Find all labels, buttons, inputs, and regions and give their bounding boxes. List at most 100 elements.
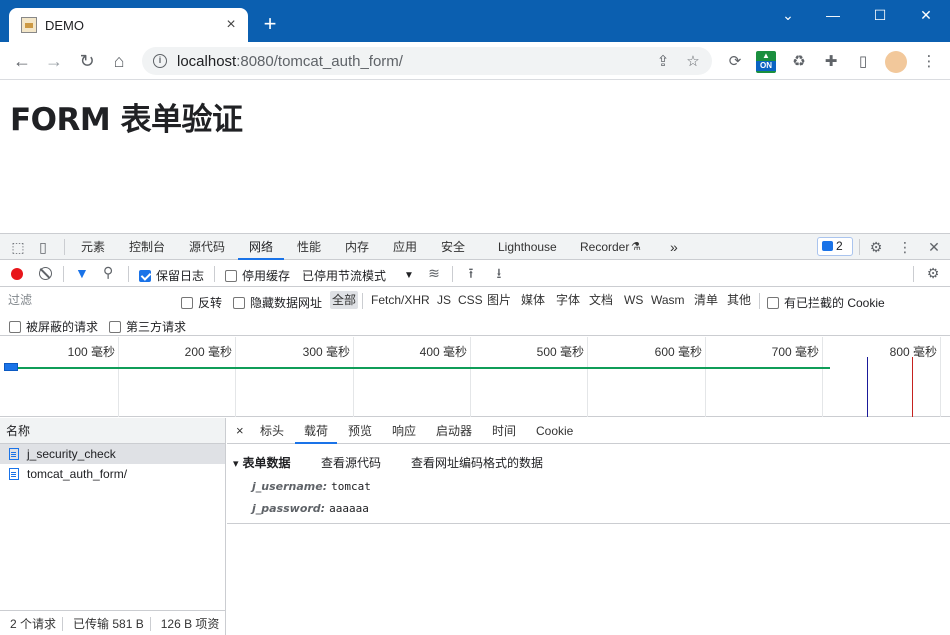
disable-cache-checkbox[interactable]: 停用缓存 <box>225 267 290 284</box>
preserve-log-checkbox[interactable]: 保留日志 <box>139 267 204 284</box>
bookmark-star-icon[interactable]: ☆ <box>682 52 704 70</box>
tab-memory[interactable]: 内存 <box>345 234 369 260</box>
type-filter-img[interactable]: 图片 <box>485 291 513 309</box>
record-button[interactable] <box>11 268 23 280</box>
close-devtools-icon[interactable]: ✕ <box>925 238 943 256</box>
close-tab-icon[interactable]: × <box>218 16 244 34</box>
checkbox[interactable] <box>9 320 21 333</box>
home-icon[interactable]: ⌂ <box>107 49 131 73</box>
tab-recorder[interactable]: Recorder <box>580 234 629 260</box>
timeline-gridline <box>940 337 941 417</box>
devtools-tab-bar: ⬚ ▯ 元素 控制台 源代码 网络 性能 内存 应用 安全 Lighthouse… <box>0 234 950 260</box>
list-item[interactable]: tomcat_auth_form/ <box>0 464 225 484</box>
invert-checkbox[interactable]: 反转 <box>181 294 222 311</box>
forward-arrow-icon[interactable]: → <box>42 49 66 73</box>
tab-cookies[interactable]: Cookie <box>536 418 573 444</box>
export-har-icon[interactable]: ⭳ <box>490 264 508 282</box>
tab-headers[interactable]: 标头 <box>260 418 284 444</box>
settings-gear-icon[interactable]: ⚙ <box>867 238 885 256</box>
reload-icon[interactable]: ↻ <box>75 49 99 73</box>
clear-icon[interactable] <box>39 267 52 280</box>
type-filter-other[interactable]: 其他 <box>725 291 753 309</box>
address-bar[interactable]: i localhost:8080/tomcat_auth_form/ ⇪ ☆ <box>142 47 712 75</box>
tab-performance[interactable]: 性能 <box>297 234 321 260</box>
tab-timing[interactable]: 时间 <box>492 418 516 444</box>
tab-payload[interactable]: 载荷 <box>295 418 338 444</box>
maximize-button[interactable]: ☐ <box>865 4 895 26</box>
dropdown-arrow-icon: ▼ <box>404 270 414 281</box>
devtools-menu-icon[interactable]: ⋮ <box>896 238 914 256</box>
tab-initiator[interactable]: 启动器 <box>436 418 472 444</box>
filter-icon[interactable]: ▼ <box>75 265 89 281</box>
type-filter-all[interactable]: 全部 <box>330 291 359 309</box>
checkbox[interactable] <box>109 320 121 333</box>
network-timeline[interactable]: 100 毫秒 200 毫秒 300 毫秒 400 毫秒 500 毫秒 600 毫… <box>0 337 950 417</box>
type-filter-manifest[interactable]: 清单 <box>692 291 720 309</box>
tab-sources[interactable]: 源代码 <box>189 234 225 260</box>
tab-lighthouse[interactable]: Lighthouse <box>498 234 557 260</box>
minimize-button[interactable]: — <box>818 4 848 26</box>
url-text[interactable]: localhost:8080/tomcat_auth_form/ <box>177 53 652 70</box>
form-data-toggle[interactable]: 表单数据 <box>233 454 291 471</box>
more-tabs-icon[interactable]: » <box>670 234 678 260</box>
messages-badge[interactable]: 2 <box>817 237 853 256</box>
view-url-encoded-button[interactable]: 查看网址编码格式的数据 <box>411 454 543 471</box>
list-item[interactable]: j_security_check <box>0 444 225 464</box>
type-filter-font[interactable]: 字体 <box>554 291 582 309</box>
browser-tab[interactable]: DEMO × <box>9 8 248 42</box>
network-settings-icon[interactable]: ⚙ <box>924 264 942 282</box>
type-filter-js[interactable]: JS <box>435 291 453 309</box>
blocked-requests-checkbox[interactable]: 被屏蔽的请求 <box>9 318 98 335</box>
checkbox-checked[interactable] <box>139 269 151 282</box>
more-menu-icon[interactable]: ⋮ <box>918 51 940 73</box>
side-panel-icon[interactable]: ▯ <box>852 51 874 73</box>
import-har-icon[interactable]: ⭱ <box>462 264 480 282</box>
blocked-cookies-checkbox[interactable]: 有已拦截的 Cookie <box>767 294 885 311</box>
checkbox[interactable] <box>225 269 237 282</box>
back-arrow-icon[interactable]: ← <box>10 49 34 73</box>
tab-preview[interactable]: 预览 <box>348 418 372 444</box>
hide-data-urls-checkbox[interactable]: 隐藏数据网址 <box>233 294 322 311</box>
type-filter-wasm[interactable]: Wasm <box>649 291 687 309</box>
tab-application[interactable]: 应用 <box>393 234 417 260</box>
name-column-header[interactable]: 名称 <box>0 418 225 444</box>
view-source-button[interactable]: 查看源代码 <box>321 454 381 471</box>
checkbox[interactable] <box>181 296 193 309</box>
request-list: 名称 j_security_check tomcat_auth_form/ 2 … <box>0 418 226 635</box>
third-party-checkbox[interactable]: 第三方请求 <box>109 318 186 335</box>
chevron-down-icon[interactable]: ⌄ <box>773 4 803 26</box>
document-icon <box>9 468 19 480</box>
share-icon[interactable]: ⇪ <box>652 52 674 70</box>
tab-elements[interactable]: 元素 <box>81 234 105 260</box>
filter-input[interactable]: 过滤 <box>4 290 168 310</box>
profile-avatar[interactable] <box>885 51 907 73</box>
close-window-button[interactable]: ✕ <box>911 4 941 26</box>
checkbox[interactable] <box>767 296 779 309</box>
type-filter-doc[interactable]: 文档 <box>587 291 615 309</box>
recycle-icon[interactable]: ♻ <box>788 51 810 73</box>
on-extension-icon[interactable]: ▲ ON <box>756 51 776 73</box>
tab-console[interactable]: 控制台 <box>129 234 165 260</box>
tab-security[interactable]: 安全 <box>441 234 465 260</box>
type-filter-ws[interactable]: WS <box>622 291 645 309</box>
page-content: FORM 表单验证 <box>0 81 950 233</box>
inspect-element-icon[interactable]: ⬚ <box>9 238 27 256</box>
page-heading: FORM 表单验证 <box>10 102 243 138</box>
new-tab-button[interactable]: + <box>258 12 282 36</box>
tab-network[interactable]: 网络 <box>238 234 285 260</box>
device-toolbar-icon[interactable]: ▯ <box>34 238 52 256</box>
tab-response[interactable]: 响应 <box>392 418 416 444</box>
form-field-key: j_username: <box>252 480 328 493</box>
extensions-puzzle-icon[interactable]: ✚ <box>820 51 842 73</box>
type-filter-media[interactable]: 媒体 <box>519 291 547 309</box>
type-filter-css[interactable]: CSS <box>456 291 485 309</box>
type-filter-fetch-xhr[interactable]: Fetch/XHR <box>369 291 432 309</box>
close-detail-icon[interactable]: × <box>236 418 244 444</box>
checkbox[interactable] <box>233 296 245 309</box>
network-conditions-icon[interactable]: ≋ <box>425 264 443 282</box>
flask-icon: ⚗ <box>631 241 641 253</box>
search-icon[interactable]: ⚲ <box>103 264 113 281</box>
throttling-select[interactable]: 已停用节流模式 ▼ <box>302 267 414 284</box>
sync-extension-icon[interactable]: ⟳ <box>724 51 746 73</box>
site-info-icon[interactable]: i <box>153 54 167 68</box>
